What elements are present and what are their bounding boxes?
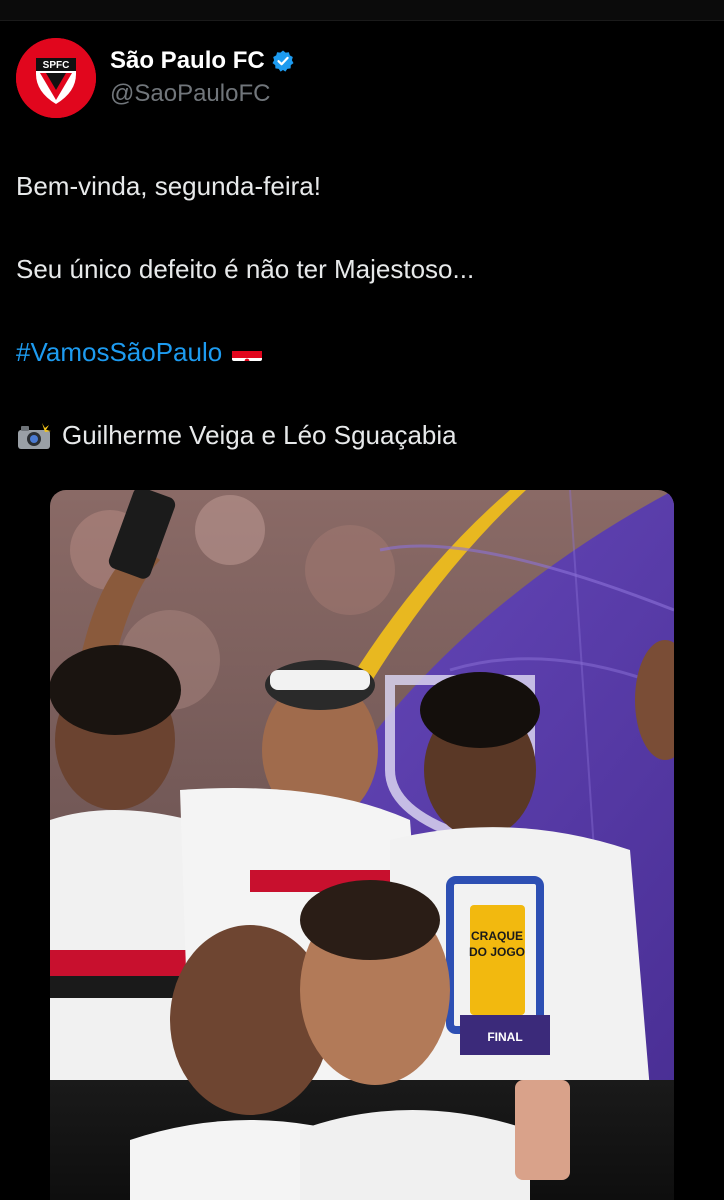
tweet-line-credits: Guilherme Veiga e Léo Sguaçabia xyxy=(16,414,706,456)
tweet-line-hashtag: #VamosSãoPaulo xyxy=(16,331,706,373)
verified-badge-icon xyxy=(272,50,294,72)
trophy-text-2: DO JOGO xyxy=(469,945,525,959)
top-strip xyxy=(0,0,724,21)
account-identity: São Paulo FC @SaoPauloFC xyxy=(110,46,295,110)
name-row: São Paulo FC xyxy=(110,46,295,76)
tweet-line-greeting: Bem-vinda, segunda-feira! xyxy=(16,171,321,201)
account-handle[interactable]: @SaoPauloFC xyxy=(110,78,295,110)
tweet-line-majestoso: Seu único defeito é não ter Majestoso... xyxy=(16,254,475,284)
avatar-text: SPFC xyxy=(43,60,70,71)
display-name[interactable]: São Paulo FC xyxy=(110,46,265,76)
spfc-crest-icon: SPFC xyxy=(16,38,96,118)
photo-credits: Guilherme Veiga e Léo Sguaçabia xyxy=(62,420,457,450)
tweet-photo[interactable]: CRAQUE DO JOGO FINAL xyxy=(50,490,674,1200)
avatar[interactable]: SPFC xyxy=(16,38,96,118)
trophy-base-text: FINAL xyxy=(487,1030,522,1044)
tweet-body: Bem-vinda, segunda-feira! Seu único defe… xyxy=(16,165,706,456)
trophy-text-1: CRAQUE xyxy=(471,929,523,943)
celebration-photo: CRAQUE DO JOGO FINAL xyxy=(50,490,674,1200)
camera-flash-icon xyxy=(16,420,52,450)
hashtag-link[interactable]: #VamosSãoPaulo xyxy=(16,337,222,367)
tweet-header: SPFC São Paulo FC @SaoPauloFC xyxy=(16,38,295,118)
spfc-flag-icon xyxy=(232,341,263,362)
